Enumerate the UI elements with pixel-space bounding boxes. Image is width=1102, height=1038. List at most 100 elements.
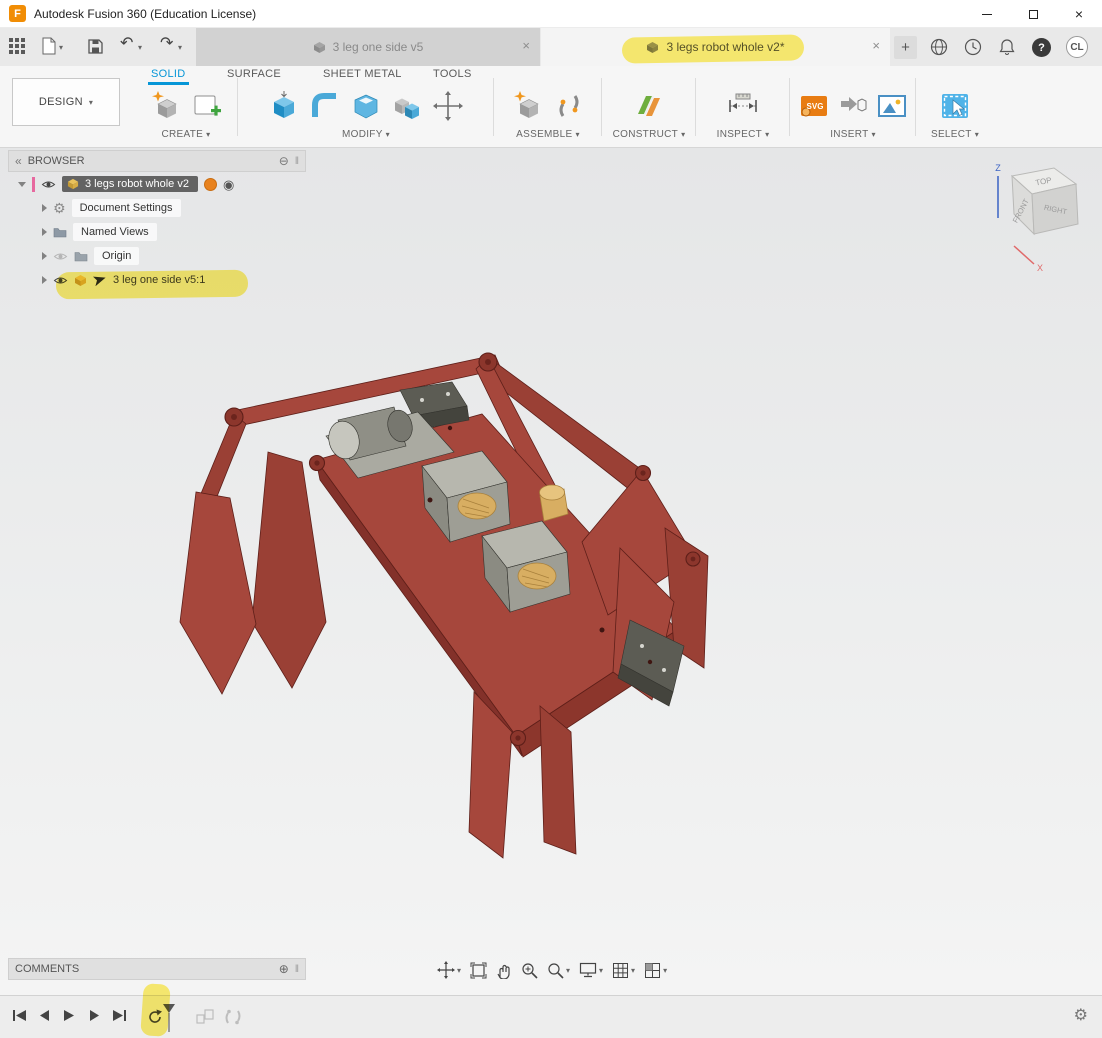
close-button[interactable]: × bbox=[1056, 0, 1102, 28]
measure-icon[interactable] bbox=[726, 90, 760, 122]
chevron-down-icon[interactable]: ▾ bbox=[178, 43, 182, 52]
timeline-step-back-icon[interactable] bbox=[38, 1009, 51, 1022]
doc-tab-label: 3 leg one side v5 bbox=[333, 40, 424, 54]
job-status-clock-icon[interactable] bbox=[964, 38, 982, 56]
workspace-selector[interactable]: DESIGN ▾ bbox=[12, 78, 120, 126]
collapse-all-icon[interactable]: ⊖ bbox=[279, 154, 289, 168]
visibility-eye-icon[interactable] bbox=[41, 179, 56, 190]
save-icon[interactable] bbox=[88, 39, 103, 54]
tab-solid[interactable]: SOLID bbox=[148, 66, 189, 85]
group-create-dropdown[interactable]: CREATE ▾ bbox=[162, 129, 211, 140]
comments-bar[interactable]: COMMENTS ⊕ ‖ bbox=[8, 958, 306, 980]
expander-icon[interactable] bbox=[42, 252, 47, 260]
view-cube[interactable]: TOP FRONT RIGHT Z X bbox=[974, 160, 1094, 278]
group-select-dropdown[interactable]: SELECT ▾ bbox=[931, 129, 979, 140]
panel-pin-icon[interactable]: ‖ bbox=[295, 156, 299, 167]
collapse-panel-icon[interactable]: « bbox=[15, 155, 22, 167]
doc-tab-active[interactable]: 3 legs robot whole v2* × bbox=[541, 28, 890, 66]
browser-root-row[interactable]: 3 legs robot whole v2 ◉ bbox=[8, 172, 306, 196]
chevron-down-icon: ▾ bbox=[975, 130, 979, 139]
ground-target-icon[interactable]: ◉ bbox=[223, 178, 234, 191]
browser-item-named-views[interactable]: Named Views bbox=[8, 220, 306, 244]
notifications-bell-icon[interactable] bbox=[999, 38, 1015, 56]
select-icon[interactable] bbox=[939, 90, 971, 122]
account-avatar[interactable]: CL bbox=[1066, 36, 1088, 58]
timeline-skip-start-icon[interactable] bbox=[12, 1009, 27, 1022]
zoom-window-tool[interactable]: ▾ bbox=[547, 962, 570, 979]
model-3d[interactable] bbox=[150, 300, 770, 900]
help-button[interactable]: ? bbox=[1032, 38, 1051, 57]
timeline-skip-end-icon[interactable] bbox=[112, 1009, 127, 1022]
timeline-position-marker[interactable] bbox=[162, 1004, 176, 1034]
zoom-tool[interactable] bbox=[521, 962, 538, 979]
visibility-eye-off-icon[interactable] bbox=[53, 251, 68, 262]
insert-mesh-icon[interactable] bbox=[838, 91, 868, 121]
doc-tab-inactive[interactable]: 3 leg one side v5 × bbox=[196, 28, 540, 66]
group-assemble-dropdown[interactable]: ASSEMBLE ▾ bbox=[516, 129, 580, 140]
canvas-image-icon[interactable] bbox=[877, 91, 907, 121]
expander-icon[interactable] bbox=[42, 204, 47, 212]
timeline-step-forward-icon[interactable] bbox=[88, 1009, 101, 1022]
fillet-icon[interactable] bbox=[309, 90, 341, 122]
chevron-down-icon[interactable]: ▾ bbox=[59, 43, 63, 52]
construct-plane-icon[interactable] bbox=[632, 90, 666, 122]
tab-close-icon[interactable]: × bbox=[522, 38, 530, 53]
combine-icon[interactable] bbox=[391, 90, 423, 122]
undo-icon[interactable]: ↶ bbox=[120, 36, 133, 52]
pan-orbit-icon bbox=[437, 961, 455, 979]
maximize-button[interactable] bbox=[1010, 0, 1056, 28]
group-construct-dropdown[interactable]: CONSTRUCT ▾ bbox=[613, 129, 686, 140]
tab-tools[interactable]: TOOLS bbox=[430, 66, 475, 85]
move-copy-icon[interactable] bbox=[432, 90, 464, 122]
expander-icon[interactable] bbox=[18, 182, 26, 187]
timeline-settings-gear-icon[interactable]: ⚙ bbox=[1074, 1008, 1088, 1024]
folder-icon bbox=[53, 226, 67, 238]
redo-icon[interactable]: ↷ bbox=[160, 36, 173, 52]
app-grid-icon[interactable] bbox=[9, 38, 25, 54]
display-settings[interactable]: ▾ bbox=[579, 962, 603, 978]
chevron-down-icon[interactable]: ▾ bbox=[138, 43, 142, 52]
timeline-play-icon[interactable] bbox=[62, 1009, 75, 1022]
create-sketch-icon[interactable] bbox=[191, 90, 223, 122]
tab-sheet-metal[interactable]: SHEET METAL bbox=[320, 66, 405, 85]
add-comment-icon[interactable]: ⊕ bbox=[279, 962, 289, 976]
minimize-button[interactable] bbox=[964, 0, 1010, 28]
new-component-icon[interactable] bbox=[150, 90, 182, 122]
chevron-down-icon: ▾ bbox=[681, 130, 685, 139]
quick-access-bar: ▾ ↶ ▾ ↷ ▾ 3 leg one side v5 × 3 legs rob… bbox=[0, 28, 1102, 66]
browser-item-document-settings[interactable]: ⚙ Document Settings bbox=[8, 196, 306, 220]
assemble-new-component-icon[interactable] bbox=[512, 90, 544, 122]
browser-item-linked-component[interactable]: 3 leg one side v5:1 bbox=[8, 268, 306, 292]
pan-tool[interactable] bbox=[496, 962, 512, 979]
shell-icon[interactable] bbox=[350, 90, 382, 122]
new-tab-button[interactable]: + bbox=[894, 36, 917, 59]
web-browser-icon[interactable] bbox=[930, 38, 948, 56]
group-modify-dropdown[interactable]: MODIFY ▾ bbox=[342, 129, 390, 140]
fit-tool[interactable] bbox=[470, 962, 487, 979]
viewports[interactable]: ▾ bbox=[644, 962, 667, 979]
fusion-logo-icon: F bbox=[9, 5, 26, 22]
panel-pin-icon[interactable]: ‖ bbox=[295, 964, 299, 975]
group-inspect-dropdown[interactable]: INSPECT ▾ bbox=[717, 129, 770, 140]
expander-icon[interactable] bbox=[42, 228, 47, 236]
group-label: SELECT bbox=[931, 129, 972, 140]
ribbon-toolbar: DESIGN ▾ SOLID SURFACE SHEET METAL TOOLS… bbox=[0, 66, 1102, 148]
group-insert-dropdown[interactable]: INSERT ▾ bbox=[830, 129, 876, 140]
root-component-item[interactable]: 3 legs robot whole v2 bbox=[62, 176, 198, 192]
browser-title: BROWSER bbox=[28, 155, 85, 167]
visibility-eye-icon[interactable] bbox=[53, 275, 68, 286]
group-modify: MODIFY ▾ bbox=[242, 86, 490, 144]
browser-item-origin[interactable]: Origin bbox=[8, 244, 306, 268]
folder-icon bbox=[74, 250, 88, 262]
browser-header[interactable]: « BROWSER ⊖ ‖ bbox=[8, 150, 306, 172]
expander-icon[interactable] bbox=[42, 276, 47, 284]
joint-icon[interactable] bbox=[553, 90, 585, 122]
press-pull-icon[interactable] bbox=[268, 90, 300, 122]
file-menu-icon[interactable] bbox=[42, 37, 56, 55]
viewport-canvas[interactable]: TOP FRONT RIGHT Z X « BROWSER ⊖ ‖ 3 legs… bbox=[0, 148, 1102, 995]
grid-settings[interactable]: ▾ bbox=[612, 962, 635, 979]
tab-close-icon[interactable]: × bbox=[872, 38, 880, 53]
orbit-tool[interactable]: ▾ bbox=[437, 961, 461, 979]
insert-svg-icon[interactable]: SVG bbox=[799, 91, 829, 121]
tab-surface[interactable]: SURFACE bbox=[224, 66, 284, 85]
